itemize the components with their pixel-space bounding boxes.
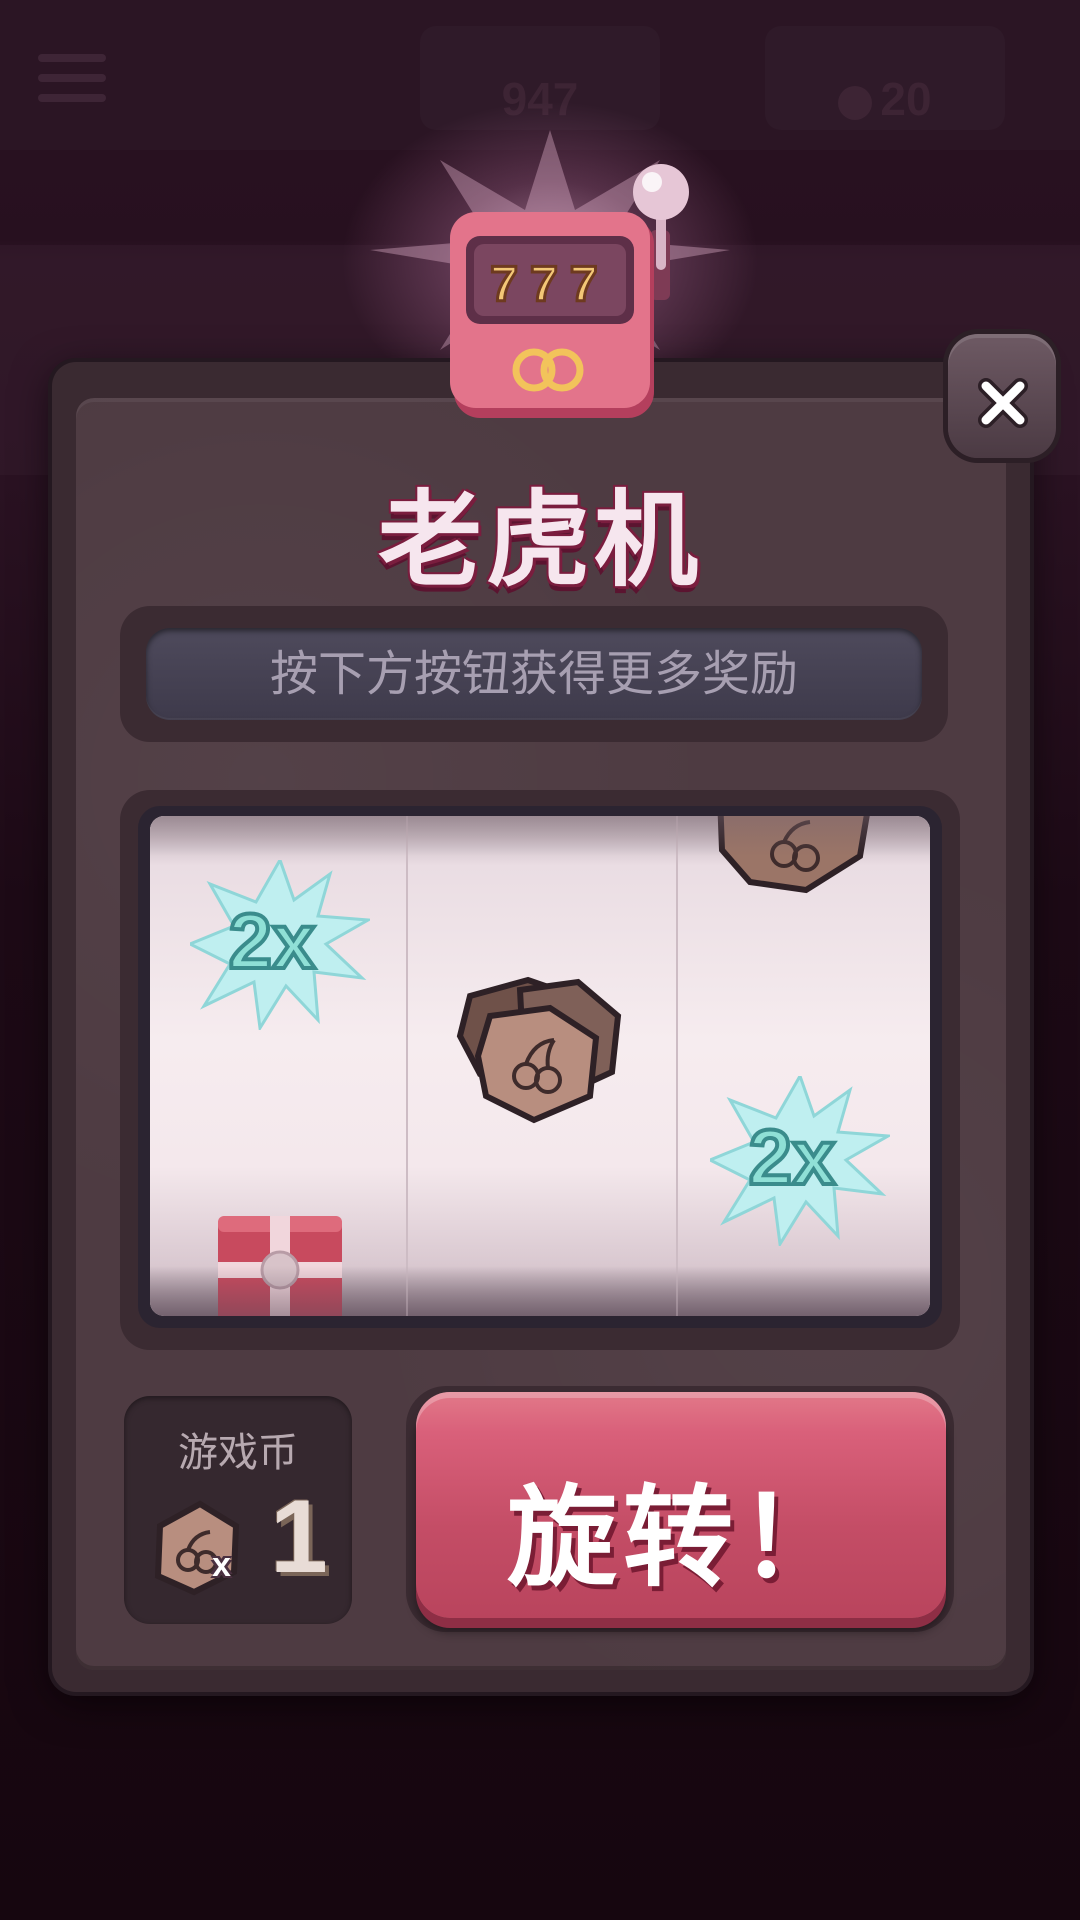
fruit-coin-icon	[154, 1500, 240, 1596]
background-coin-balance: 20	[765, 72, 1005, 126]
fruit-coin-stack-icon	[456, 976, 622, 1124]
slot-digits: 777	[490, 256, 609, 312]
coins-multiplier-sign: x	[212, 1546, 231, 1584]
hint-text: 按下方按钮获得更多奖励	[146, 628, 922, 720]
coin-icon	[838, 85, 873, 120]
dialog-title: 老虎机	[377, 479, 702, 601]
reels-window: 2x 2x	[150, 816, 930, 1316]
game-coins-label: 游戏币	[178, 1430, 298, 1476]
svg-text:2x: 2x	[749, 1113, 836, 1201]
reel-divider	[676, 816, 678, 1316]
reels-shade	[150, 1266, 930, 1316]
reel-divider	[406, 816, 408, 1316]
menu-icon	[38, 54, 106, 102]
slot-machine-icon: 777	[450, 164, 689, 418]
multiplier-2x-icon: 2x	[710, 1076, 890, 1246]
close-icon	[978, 378, 1028, 428]
spin-button-label: 旋转！	[507, 1474, 855, 1602]
background-coin-box: 20	[765, 26, 1005, 130]
svg-text:2x: 2x	[229, 897, 316, 985]
reels-shade	[150, 816, 930, 856]
multiplier-2x-icon: 2x	[190, 860, 370, 1030]
coins-count: 1	[270, 1479, 328, 1595]
